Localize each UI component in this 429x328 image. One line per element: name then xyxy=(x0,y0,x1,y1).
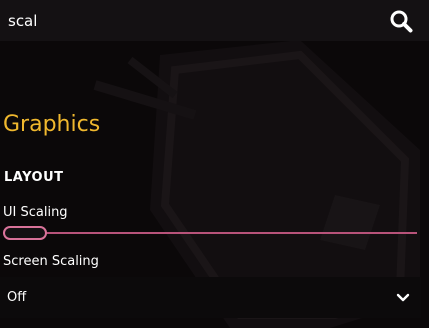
slider-thumb[interactable] xyxy=(3,226,47,240)
slider-track[interactable] xyxy=(3,232,417,234)
chevron-down-icon[interactable] xyxy=(395,290,411,306)
search-icon[interactable] xyxy=(389,9,413,33)
screen-scaling-dropdown[interactable]: Off xyxy=(0,277,421,318)
ui-scaling-slider[interactable] xyxy=(3,226,417,240)
section-title: Graphics xyxy=(3,112,101,137)
group-heading-layout: LAYOUT xyxy=(4,170,64,185)
dropdown-selected-value: Off xyxy=(7,290,27,305)
screen-scaling-label: Screen Scaling xyxy=(3,254,99,269)
search-bar xyxy=(0,0,429,41)
search-input[interactable] xyxy=(8,9,378,33)
ui-scaling-label: UI Scaling xyxy=(3,205,68,220)
